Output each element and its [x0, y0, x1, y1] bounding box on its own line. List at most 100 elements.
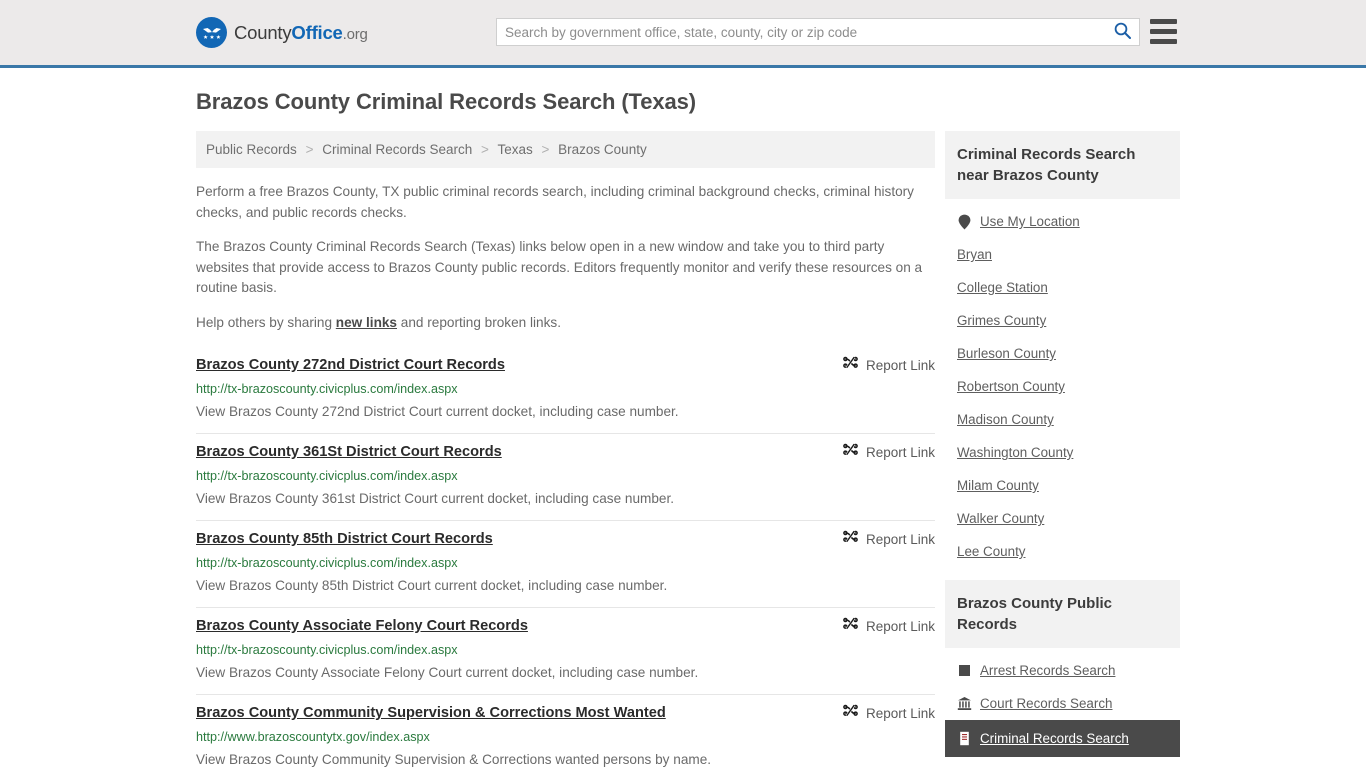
logo-text-office: Office [291, 21, 343, 43]
eagle-stars-emblem-icon [196, 17, 227, 48]
sidebar-nearby-item[interactable]: Milam County [945, 469, 1180, 502]
help-prefix: Help others by sharing [196, 314, 336, 330]
search-button[interactable] [1105, 19, 1139, 45]
report-link-label: Report Link [865, 706, 935, 721]
sidebar-nearby-item[interactable]: Lee County [945, 535, 1180, 568]
result-title-link[interactable]: Brazos County Community Supervision & Co… [196, 703, 666, 723]
sidebar-nearby-item[interactable]: Washington County [945, 436, 1180, 469]
result-header: Brazos County 272nd District Court Recor… [196, 355, 935, 375]
result-item: Brazos County Associate Felony Court Rec… [196, 608, 935, 695]
breadcrumb-item-1[interactable]: Criminal Records Search [322, 142, 472, 157]
result-url: http://tx-brazoscounty.civicplus.com/ind… [196, 469, 458, 483]
sidebar-public-records-item[interactable]: Arrest Records Search [945, 654, 1180, 687]
search-input[interactable] [497, 19, 1105, 45]
sidebar-nearby-item[interactable]: Burleson County [945, 337, 1180, 370]
sidebar-nearby-item-label[interactable]: Grimes County [957, 313, 1046, 328]
sidebar-nearby-item-label[interactable]: College Station [957, 280, 1048, 295]
logo-text-county: County [234, 21, 292, 43]
help-paragraph: Help others by sharing new links and rep… [196, 313, 935, 334]
sidebar-nearby-item[interactable]: Bryan [945, 238, 1180, 271]
sidebar-nearby-item-label[interactable]: Robertson County [957, 379, 1065, 394]
result-item: Brazos County 361St District Court Recor… [196, 434, 935, 521]
sidebar-nearby-item-label[interactable]: Milam County [957, 478, 1039, 493]
result-title-link[interactable]: Brazos County 85th District Court Record… [196, 529, 493, 549]
sidebar-nearby-box: Criminal Records Search near Brazos Coun… [945, 131, 1180, 568]
report-link-button[interactable]: Report Link [823, 704, 935, 723]
site-logo[interactable]: CountyOffice.org [196, 17, 368, 48]
sidebar-nearby-item-label[interactable]: Madison County [957, 412, 1054, 427]
sidebar-nearby-item-label[interactable]: Bryan [957, 247, 992, 262]
report-link-label: Report Link [865, 358, 935, 373]
map-pin-icon [957, 214, 972, 229]
result-description: View Brazos County 272nd District Court … [196, 404, 679, 419]
report-link-label: Report Link [865, 445, 935, 460]
breadcrumb-item-0[interactable]: Public Records [206, 142, 297, 157]
result-url: http://tx-brazoscounty.civicplus.com/ind… [196, 643, 458, 657]
sidebar-nearby-item[interactable]: Grimes County [945, 304, 1180, 337]
sidebar-public-records-item-label[interactable]: Arrest Records Search [980, 663, 1115, 678]
sidebar-nearby-heading: Criminal Records Search near Brazos Coun… [945, 131, 1180, 199]
sidebar-public-records-list: Arrest Records Search Court Records Searc… [945, 648, 1180, 757]
site-header: CountyOffice.org [0, 0, 1366, 68]
breadcrumb-item-3[interactable]: Brazos County [558, 142, 647, 157]
result-url: http://www.brazoscountytx.gov/index.aspx [196, 730, 430, 744]
sidebar-nearby-item-label[interactable]: Use My Location [980, 214, 1080, 229]
sidebar-public-records-heading: Brazos County Public Records [945, 580, 1180, 648]
document-icon [957, 731, 972, 746]
result-title-link[interactable]: Brazos County 361St District Court Recor… [196, 442, 502, 462]
page-title: Brazos County Criminal Records Search (T… [196, 89, 697, 114]
sidebar-nearby-item-label[interactable]: Walker County [957, 511, 1044, 526]
sidebar-nearby-item[interactable]: College Station [945, 271, 1180, 304]
sidebar-public-records-item[interactable]: Court Records Search [945, 687, 1180, 720]
help-suffix: and reporting broken links. [397, 314, 561, 330]
report-link-button[interactable]: Report Link [823, 356, 935, 375]
result-title-link[interactable]: Brazos County 272nd District Court Recor… [196, 355, 505, 375]
broken-link-icon [843, 530, 859, 549]
sidebar-nearby-item[interactable]: Use My Location [945, 205, 1180, 238]
result-header: Brazos County Associate Felony Court Rec… [196, 616, 935, 636]
search-icon [1114, 22, 1131, 42]
sidebar-nearby-item[interactable]: Walker County [945, 502, 1180, 535]
sidebar-public-records-item-label[interactable]: Criminal Records Search [980, 731, 1129, 746]
report-link-button[interactable]: Report Link [823, 530, 935, 549]
breadcrumb: Public Records > Criminal Records Search… [196, 131, 935, 168]
broken-link-icon [843, 617, 859, 636]
result-description: View Brazos County Associate Felony Cour… [196, 665, 699, 680]
sidebar-nearby-list: Use My Location Bryan College Station Grime… [945, 199, 1180, 568]
sidebar-nearby-item[interactable]: Madison County [945, 403, 1180, 436]
page-body: Brazos County Criminal Records Search (T… [0, 68, 1366, 768]
hamburger-bar-3 [1150, 39, 1177, 44]
content-columns: Public Records > Criminal Records Search… [196, 131, 1180, 768]
sidebar-nearby-item[interactable]: Robertson County [945, 370, 1180, 403]
hamburger-menu-icon[interactable] [1150, 19, 1177, 44]
result-title-link[interactable]: Brazos County Associate Felony Court Rec… [196, 616, 528, 636]
breadcrumb-separator-0: > [305, 142, 314, 157]
result-description: View Brazos County Community Supervision… [196, 752, 712, 767]
main-column: Public Records > Criminal Records Search… [196, 131, 935, 768]
result-item: Brazos County 85th District Court Record… [196, 521, 935, 608]
hamburger-bar-1 [1150, 19, 1177, 24]
courthouse-icon [957, 696, 972, 711]
result-description: View Brazos County 361st District Court … [196, 491, 675, 506]
report-link-button[interactable]: Report Link [823, 443, 935, 462]
breadcrumb-separator-2: > [541, 142, 550, 157]
report-link-label: Report Link [865, 532, 935, 547]
intro-text: Perform a free Brazos County, TX public … [196, 182, 935, 333]
new-links-link[interactable]: new links [336, 315, 397, 330]
report-link-button[interactable]: Report Link [823, 617, 935, 636]
search-bar [496, 18, 1140, 46]
breadcrumb-item-2[interactable]: Texas [497, 142, 532, 157]
sidebar-nearby-item-label[interactable]: Lee County [957, 544, 1026, 559]
result-url: http://tx-brazoscounty.civicplus.com/ind… [196, 382, 458, 396]
sidebar-nearby-item-label[interactable]: Burleson County [957, 346, 1056, 361]
broken-link-icon [843, 356, 859, 375]
sidebar-nearby-item-label[interactable]: Washington County [957, 445, 1073, 460]
intro-paragraph-2: The Brazos County Criminal Records Searc… [196, 239, 923, 295]
logo-wordmark: CountyOffice.org [234, 22, 368, 44]
hamburger-bar-2 [1150, 29, 1177, 34]
report-link-label: Report Link [865, 619, 935, 634]
result-item: Brazos County Community Supervision & Co… [196, 695, 935, 768]
sidebar-public-records-item-label[interactable]: Court Records Search [980, 696, 1112, 711]
sidebar-public-records-item[interactable]: Criminal Records Search [945, 720, 1180, 757]
logo-text-org: .org [342, 25, 368, 43]
